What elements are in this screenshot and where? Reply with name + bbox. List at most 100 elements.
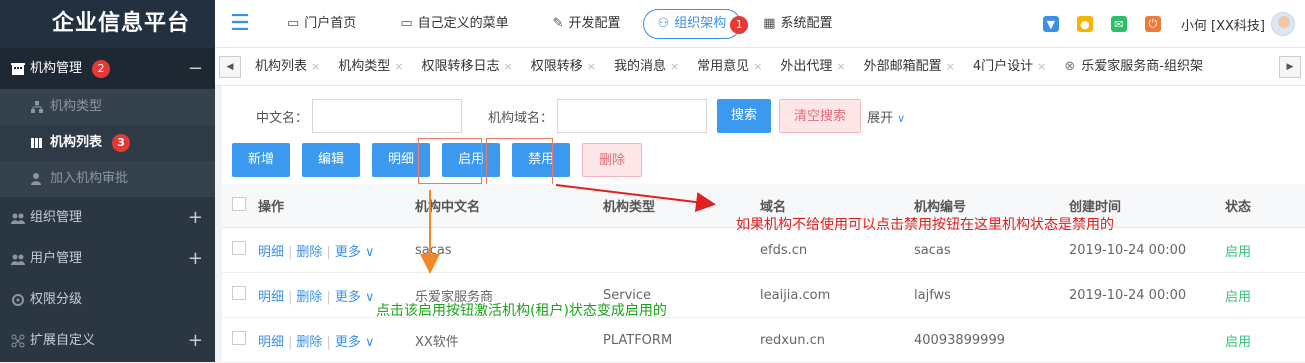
topnav-label: 组织架构 <box>674 15 727 31</box>
sidebar-item-label: 机构列表 <box>50 135 103 150</box>
tab-label: 外部邮箱配置 <box>863 58 942 74</box>
row-checkbox[interactable] <box>232 331 246 345</box>
search-form: 中文名： 机构域名： 搜索 清空搜索 展开 ∨ <box>222 98 1305 134</box>
close-icon[interactable]: × <box>753 48 762 86</box>
tab-bar: ◀ 机构列表 × 机构类型 × 权限转移日志 × 权限转移 × 我的消息 × 常用意见 × … <box>215 48 1305 86</box>
tab-out-of-office[interactable]: 外出代理 × <box>770 48 853 86</box>
topnav-system-config[interactable]: ▦ 系统配置 <box>741 9 854 39</box>
share-icon <box>10 333 26 349</box>
expand-icon[interactable]: + <box>188 238 203 279</box>
tab-scroll-right-icon[interactable]: ▶ <box>1279 55 1301 78</box>
close-icon[interactable]: × <box>670 48 679 86</box>
sidebar-item-org-list[interactable]: 机构列表 3 <box>0 125 215 161</box>
close-icon[interactable]: × <box>503 48 512 86</box>
avatar[interactable] <box>1271 12 1295 36</box>
topnav-label: 开发配置 <box>568 15 621 31</box>
topnav-label: 自己定义的菜单 <box>417 15 509 31</box>
row-delete-link[interactable]: 删除 <box>296 245 322 260</box>
monitor-icon: ▭ <box>287 15 300 31</box>
close-icon[interactable]: × <box>1037 48 1046 86</box>
shirt-icon[interactable]: ▼ <box>1042 16 1059 32</box>
tab-my-messages[interactable]: 我的消息 × <box>604 48 687 86</box>
org-icon: ⚇ <box>657 15 670 31</box>
tab-label: 4门户设计 <box>972 58 1034 74</box>
row-more-link[interactable]: 更多 ∨ <box>335 245 375 260</box>
sidebar-section-user-management[interactable]: 用户管理 + <box>0 238 215 279</box>
collapse-icon[interactable]: − <box>188 48 203 89</box>
table-row[interactable]: 明细 | 删除 | 更多 ∨ XX软件 PLATFORM redxun.cn 40093… <box>222 318 1305 363</box>
close-icon[interactable]: × <box>587 48 596 86</box>
sidebar-item-join-approval[interactable]: 加入机构审批 <box>0 161 215 197</box>
close-icon[interactable]: × <box>311 48 320 86</box>
table-row[interactable]: 明细 | 删除 | 更多 ∨ sacas efds.cn sacas 2019-10-2… <box>222 228 1305 273</box>
row-detail-link[interactable]: 明细 <box>258 245 284 260</box>
column-header-name: 机构中文名 <box>415 200 481 215</box>
row-more-link[interactable]: 更多 ∨ <box>335 335 375 350</box>
close-icon[interactable]: × <box>946 48 955 86</box>
sidebar-section-permission-levels[interactable]: 权限分级 <box>0 279 215 320</box>
sidebar-section-label: 权限分级 <box>30 292 83 307</box>
sidebar-item-label: 机构类型 <box>50 99 103 114</box>
menu-toggle-icon[interactable]: ☰ <box>215 11 265 36</box>
expand-label: 展开 <box>867 110 894 126</box>
expand-icon[interactable]: + <box>188 320 203 361</box>
tab-permission-log[interactable]: 权限转移日志 × <box>411 48 520 86</box>
sidebar-item-org-type[interactable]: 机构类型 <box>0 89 215 125</box>
highlight-enable <box>418 138 482 184</box>
topnav-custom-menu[interactable]: ▭ 自己定义的菜单 <box>378 9 530 39</box>
topnav-org-structure[interactable]: ⚇ 组织架构 1 <box>642 8 749 39</box>
column-header-op: 操作 <box>258 200 285 215</box>
topnav-portal-home[interactable]: ▭ 门户首页 <box>265 9 378 39</box>
row-more-link[interactable]: 更多 ∨ <box>335 290 375 305</box>
username[interactable]: 小何 [XX科技] <box>1181 15 1265 34</box>
tab-portal-design[interactable]: 4门户设计 × <box>963 48 1055 86</box>
tab-common-opinions[interactable]: 常用意见 × <box>687 48 770 86</box>
sidebar-section-label: 组织管理 <box>30 210 83 225</box>
sidebar-section-group-management[interactable]: 组织管理 + <box>0 197 215 238</box>
tab-external-mail[interactable]: 外部邮箱配置 × <box>854 48 963 86</box>
expand-toggle[interactable]: 展开 ∨ <box>867 107 905 126</box>
row-delete-link[interactable]: 删除 <box>296 335 322 350</box>
sidebar-section-label: 用户管理 <box>30 251 83 266</box>
name-input[interactable] <box>312 99 463 133</box>
sidebar-section-org-management[interactable]: 机构管理 2 − <box>0 48 215 89</box>
column-header-status: 状态 <box>1225 200 1252 215</box>
annotation-enable-note: 点击该启用按钮激活机构(租户)状态变成启用的 <box>376 303 667 319</box>
cell-domain: redxun.cn <box>760 332 825 348</box>
cell-status: 启用 <box>1225 334 1252 350</box>
close-icon[interactable]: × <box>394 48 403 86</box>
tab-label: 机构类型 <box>338 58 391 74</box>
domain-input[interactable] <box>557 99 708 133</box>
mail-icon[interactable]: ✉ <box>1110 16 1127 32</box>
annotation-disable-note: 如果机构不给使用可以点击禁用按钮在这里机构状态是禁用的 <box>736 217 1114 233</box>
cell-code: 40093899999 <box>914 332 1005 348</box>
tab-org-type[interactable]: 机构类型 × <box>328 48 411 86</box>
row-delete-link[interactable]: 删除 <box>296 290 322 305</box>
expand-icon[interactable]: + <box>188 197 203 238</box>
tab-service-provider-org[interactable]: ⊗ 乐爱家服务商-组织架 <box>1054 48 1211 86</box>
delete-button[interactable]: 删除 <box>582 143 643 177</box>
add-button[interactable]: 新增 <box>232 143 291 177</box>
tab-scroll-left-icon[interactable]: ◀ <box>219 55 241 78</box>
row-detail-link[interactable]: 明细 <box>258 290 284 305</box>
bell-icon[interactable]: ● <box>1076 16 1093 32</box>
domain-label: 机构域名： <box>488 110 554 126</box>
tab-org-list[interactable]: 机构列表 × <box>245 48 328 86</box>
chevron-down-icon: ∨ <box>897 111 906 125</box>
sidebar-section-extension[interactable]: 扩展自定义 + <box>0 320 215 361</box>
topnav-dev-config[interactable]: ✎ 开发配置 <box>531 9 643 39</box>
search-button[interactable]: 搜索 <box>717 99 772 133</box>
cell-status: 启用 <box>1225 289 1252 305</box>
row-checkbox[interactable] <box>232 241 246 255</box>
select-all-checkbox[interactable] <box>232 196 246 211</box>
close-icon[interactable]: × <box>836 48 845 86</box>
row-detail-link[interactable]: 明细 <box>258 335 284 350</box>
row-checkbox[interactable] <box>232 286 246 300</box>
column-header-domain: 域名 <box>760 200 787 215</box>
clear-search-button[interactable]: 清空搜索 <box>779 99 862 133</box>
tab-permission-transfer[interactable]: 权限转移 × <box>521 48 604 86</box>
edit-button[interactable]: 编辑 <box>302 143 361 177</box>
cell-time: 2019-10-24 00:00 <box>1069 287 1187 303</box>
power-icon[interactable]: ⏻ <box>1144 16 1161 32</box>
highlight-disable <box>486 138 553 186</box>
